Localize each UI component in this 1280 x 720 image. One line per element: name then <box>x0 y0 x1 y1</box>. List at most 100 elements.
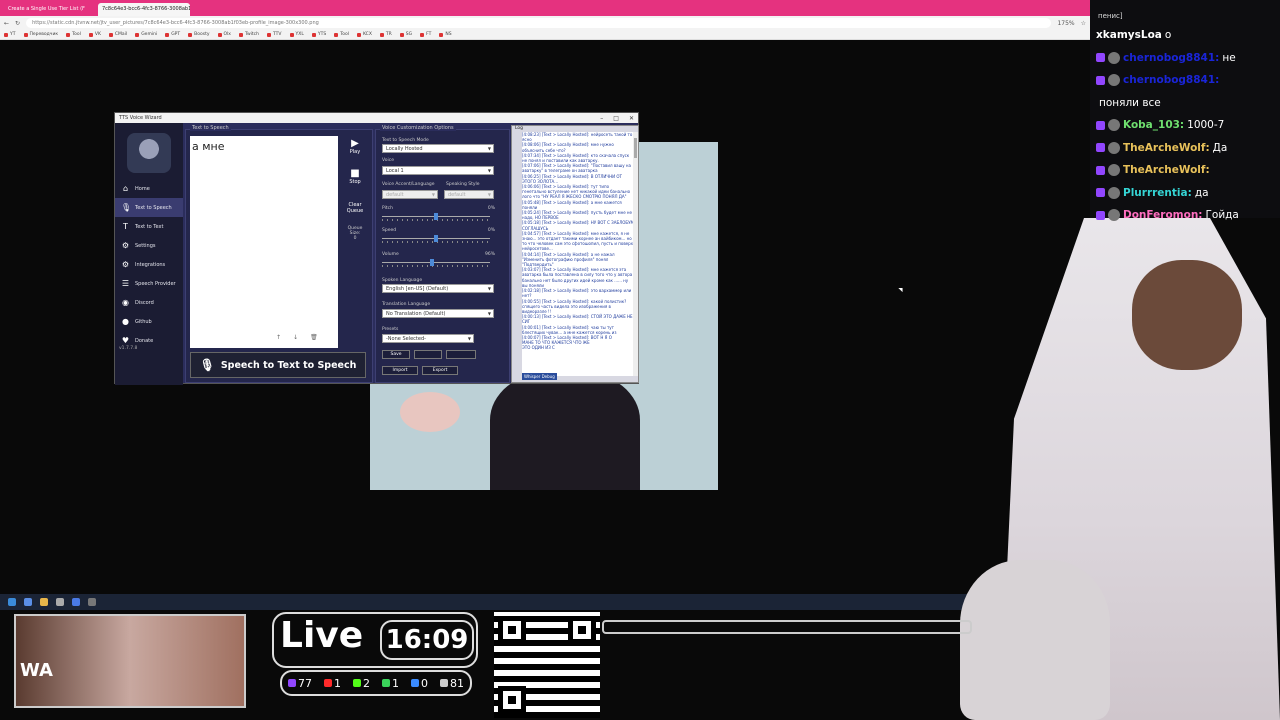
log-textbox[interactable]: [4:08:23] [Text > Locally Hosted]: нейро… <box>522 132 634 376</box>
arrow-up-icon[interactable]: ↑ <box>276 334 281 341</box>
sidebar-item-speech-provider[interactable]: ☰ Speech Provider <box>115 274 183 293</box>
tts-mode-select[interactable]: Locally Hosted ▼ <box>382 144 494 153</box>
sidebar-item-text-to-speech[interactable]: 🎙 Text to Speech <box>115 198 183 217</box>
log-scrollbar[interactable] <box>633 132 638 376</box>
folder-icon[interactable] <box>40 598 48 606</box>
address-input[interactable]: https://static.cdn.jtvnw.net/jtv_user_pi… <box>26 18 1052 28</box>
bookmark-item[interactable]: GPT <box>165 32 180 37</box>
accent-select[interactable]: default ▼ <box>382 190 438 199</box>
taskbar-app-icon[interactable] <box>72 598 80 606</box>
volume-slider[interactable] <box>382 258 490 268</box>
browser-tab[interactable]: Create a Single Use Tier List (F <box>4 3 96 16</box>
bookmark-item[interactable]: TTV <box>267 32 282 37</box>
bookmark-item[interactable]: YTS <box>311 32 326 37</box>
clear-queue-button[interactable]: Clear Queue <box>344 202 366 214</box>
sidebar-item-label: Text to Speech <box>135 204 172 211</box>
bookmark-icon <box>4 32 8 37</box>
voice-select[interactable]: Local 1 ▼ <box>382 166 494 175</box>
voice-customization-panel: Voice Customization Options Text to Spee… <box>375 125 510 383</box>
bookmark-icon <box>356 32 361 37</box>
chat-username: chernobog8841: <box>1123 74 1220 87</box>
github-icon: ● <box>122 317 129 326</box>
chevron-down-icon: ▼ <box>487 311 491 316</box>
sidebar-item-label: Donate <box>135 337 154 344</box>
sidebar-item-home[interactable]: ⌂ Home <box>115 179 183 198</box>
bookmark-item[interactable]: TR <box>379 32 392 37</box>
preset-button[interactable] <box>414 350 442 359</box>
taskbar-app-icon[interactable] <box>24 598 32 606</box>
log-line: ЭТО ОДИН ИЗ С <box>522 345 555 351</box>
bookmark-item[interactable]: Olx <box>217 32 231 37</box>
taskbar-app-icon[interactable] <box>56 598 64 606</box>
trash-icon[interactable]: 🗑 <box>310 334 318 341</box>
close-icon[interactable]: ✕ <box>629 115 634 122</box>
minimize-icon[interactable]: – <box>600 115 603 122</box>
vtuber-avatar-face <box>1132 260 1242 370</box>
play-icon: ▶ <box>351 138 359 149</box>
spoken-language-select[interactable]: English [en-US] (Default) ▼ <box>382 284 494 293</box>
bookmark-item[interactable]: FT <box>420 32 431 37</box>
bookmark-item[interactable]: CMail <box>108 32 127 37</box>
zoom-level[interactable]: 175% <box>1057 20 1074 27</box>
bookmark-item[interactable]: VK <box>88 32 101 37</box>
log-line: [4:08:06] [Text > Locally Hosted]: мне н… <box>522 142 614 153</box>
log-line: [4:06:06] [Text > Locally Hosted]: тут т… <box>522 184 631 200</box>
text-icon: T <box>123 222 128 231</box>
bookmark-item[interactable]: NS <box>439 32 452 37</box>
translation-language-select[interactable]: No Translation (Default) ▼ <box>382 309 494 318</box>
bookmark-icon <box>165 32 170 37</box>
stop-button[interactable]: ■ Stop <box>344 168 366 185</box>
bookmark-item[interactable]: Tool <box>334 32 349 37</box>
reload-icon[interactable]: ↻ <box>15 20 20 27</box>
bookmark-item[interactable]: Gemini <box>135 32 157 37</box>
bookmark-item[interactable]: SG <box>399 32 412 37</box>
sidebar-item-github[interactable]: ● Github <box>115 312 183 331</box>
bookmark-item[interactable]: YXL <box>289 32 304 37</box>
start-icon[interactable] <box>8 598 16 606</box>
sidebar-item-discord[interactable]: ◉ Discord <box>115 293 183 312</box>
chat-header: пенис] <box>1098 12 1123 20</box>
back-icon[interactable]: ← <box>4 20 9 27</box>
pitch-slider[interactable] <box>382 212 490 222</box>
presets-select[interactable]: -None Selected- ▼ <box>382 334 474 343</box>
whisper-debug-button[interactable]: Whisper Debug <box>522 373 557 380</box>
twitch-icon <box>1096 143 1105 153</box>
export-button[interactable]: Export <box>422 366 458 375</box>
sidebar-item-label: Text to Text <box>135 223 164 230</box>
preset-button[interactable] <box>446 350 476 359</box>
log-line: [4:05:24] [Text > Locally Hosted]: пусть… <box>522 210 633 221</box>
presets-label: Presets <box>382 327 399 332</box>
sidebar-item-text-to-text[interactable]: T Text to Text <box>115 217 183 236</box>
bookmark-icon <box>311 32 316 37</box>
chevron-down-icon: ▼ <box>467 336 471 341</box>
bookmark-item[interactable]: Tool <box>66 32 81 37</box>
bookmark-icon <box>334 32 339 37</box>
window-titlebar[interactable]: TTS Voice Wizard – □ ✕ <box>115 113 638 123</box>
bookmark-item[interactable]: KCX <box>356 32 372 37</box>
sidebar-item-settings[interactable]: ⚙ Settings <box>115 236 183 255</box>
save-preset-button[interactable]: Save <box>382 350 410 359</box>
speed-slider[interactable] <box>382 234 490 244</box>
bookmark-icon <box>267 32 272 37</box>
import-button[interactable]: Import <box>382 366 418 375</box>
microphone-icon: 🎙 <box>199 358 215 372</box>
tts-text-input[interactable]: а мне <box>190 136 338 348</box>
bookmark-item[interactable]: Twitch <box>238 32 259 37</box>
bookmark-icon <box>108 32 113 37</box>
sidebar: ⌂ Home 🎙 Text to Speech T Text to Text ⚙ Settin… <box>115 123 183 385</box>
play-button[interactable]: ▶ Play <box>344 138 366 155</box>
log-line: [4:02:18] [Text > Locally Hosted]: это в… <box>522 288 632 299</box>
style-select[interactable]: default ▼ <box>444 190 494 199</box>
star-icon[interactable]: ☆ <box>1081 20 1086 27</box>
taskbar-app-icon[interactable] <box>88 598 96 606</box>
sidebar-item-integrations[interactable]: ⚙ Integrations <box>115 255 183 274</box>
chat-message: Koba_103: 1000-7 <box>1096 114 1274 137</box>
maximize-icon[interactable]: □ <box>613 115 619 122</box>
arrow-down-icon[interactable]: ↓ <box>293 334 298 341</box>
speech-to-text-to-speech-button[interactable]: 🎙 Speech to Text to Speech <box>190 352 366 378</box>
bookmark-item[interactable]: Boosty <box>188 32 210 37</box>
browser-tab-active[interactable]: 7c8c64e3-bcc6-4fc3-8766-3008ab1 ✕ <box>98 3 190 16</box>
bookmark-item[interactable]: YT <box>4 32 16 37</box>
bookmark-item[interactable]: Переводчик <box>23 32 58 37</box>
chat-text: да <box>1194 186 1209 199</box>
